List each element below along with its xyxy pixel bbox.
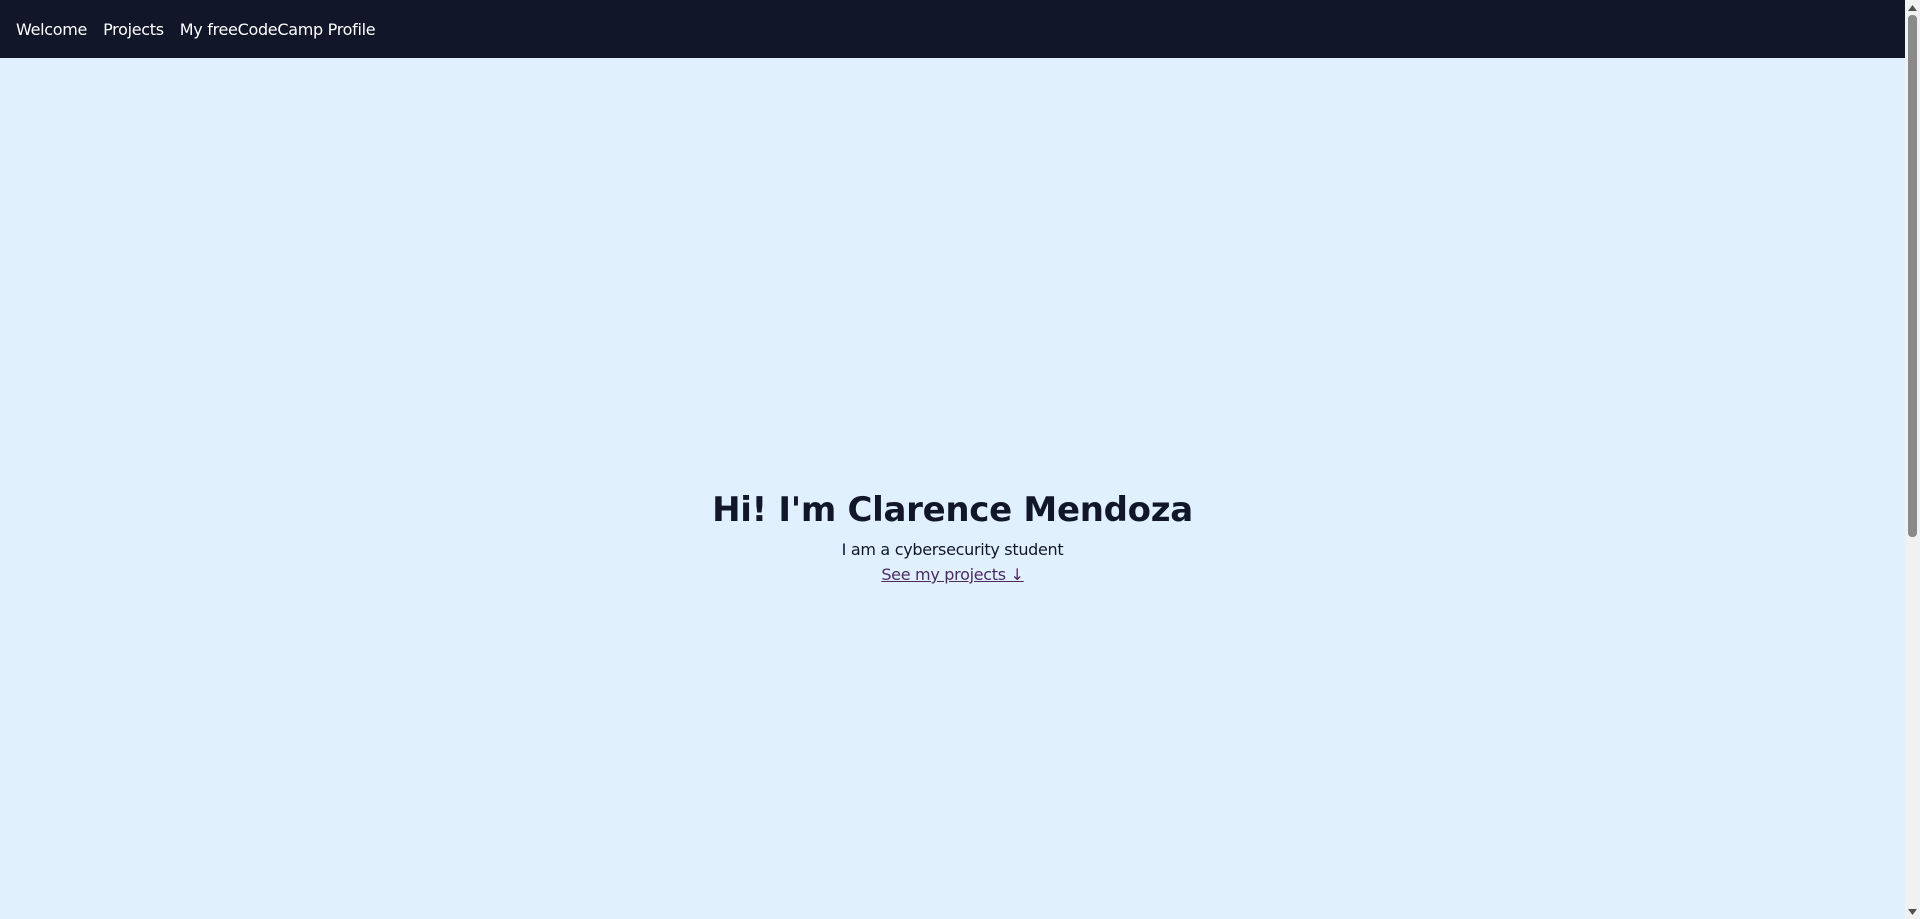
scroll-down-arrow-icon[interactable]	[1905, 904, 1920, 919]
nav-link-projects[interactable]: Projects	[103, 20, 164, 39]
navbar: Welcome Projects My freeCodeCamp Profile	[0, 0, 1905, 58]
nav-link-profile[interactable]: My freeCodeCamp Profile	[180, 20, 376, 39]
hero-subtitle: I am a cybersecurity student	[841, 540, 1064, 559]
hero-link-container: See my projects ↓	[0, 565, 1905, 584]
welcome-section: Hi! I'm Clarence Mendoza I am a cybersec…	[0, 58, 1905, 919]
page-viewport: Welcome Projects My freeCodeCamp Profile…	[0, 0, 1905, 919]
hero-title: Hi! I'm Clarence Mendoza	[712, 490, 1193, 530]
nav-link-welcome[interactable]: Welcome	[16, 20, 87, 39]
scrollbar-thumb[interactable]	[1908, 15, 1917, 537]
scroll-up-arrow-icon[interactable]	[1905, 0, 1920, 15]
see-projects-link[interactable]: See my projects ↓	[881, 565, 1024, 584]
vertical-scrollbar[interactable]	[1905, 0, 1920, 919]
